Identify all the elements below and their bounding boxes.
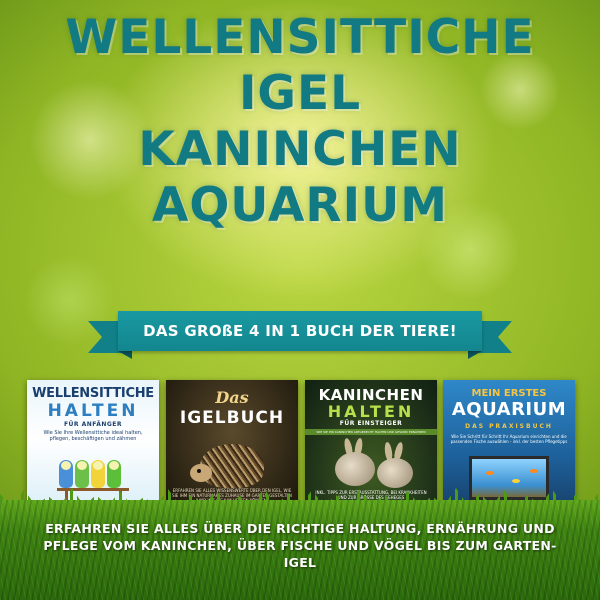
book-subtitle: FÜR EINSTEIGER bbox=[339, 420, 403, 427]
book-title-main: IGELBUCH bbox=[179, 408, 285, 428]
title-line-1: WELLENSITTICHE bbox=[65, 10, 535, 65]
book-cover-wellensittiche: WELLENSITTICHE HALTEN FÜR ANFÄNGER Wie S… bbox=[27, 380, 159, 512]
fish-illustration bbox=[486, 471, 494, 475]
title-line-3: KANINCHEN bbox=[138, 122, 462, 177]
rabbit-illustration bbox=[377, 458, 413, 488]
book-cover: WELLENSITTICHE IGEL KANINCHEN AQUARIUM D… bbox=[0, 0, 600, 600]
book-title-top: WELLENSITTICHE bbox=[32, 386, 154, 401]
book-cover-kaninchen: KANINCHEN HALTEN FÜR EINSTEIGER WIE SIE … bbox=[305, 380, 437, 512]
book-cover-igelbuch: Das IGELBUCH ERFAHREN SIE ALLES WISSENSW… bbox=[166, 380, 298, 512]
title-line-2: IGEL bbox=[238, 66, 362, 121]
ribbon-main: DAS GROßE 4 IN 1 BUCH DER TIERE! bbox=[118, 311, 482, 351]
book-title-main: AQUARIUM bbox=[451, 399, 567, 420]
hedgehog-face bbox=[190, 464, 212, 482]
book-strip-text: WIE SIE IHR KANINCHEN ARTGERECHT HALTEN … bbox=[305, 429, 437, 435]
budgie-illustration bbox=[107, 460, 121, 488]
book-cover-aquarium: MEIN ERSTES AQUARIUM DAS PRAXISBUCH Wie … bbox=[443, 380, 575, 512]
title-line-4: AQUARIUM bbox=[151, 178, 449, 233]
book-title-top: Das bbox=[215, 388, 249, 407]
title-block: WELLENSITTICHE IGEL KANINCHEN AQUARIUM bbox=[0, 10, 600, 234]
book-subtitle: DAS PRAXISBUCH bbox=[465, 423, 553, 430]
subtitle-ribbon: DAS GROßE 4 IN 1 BUCH DER TIERE! bbox=[88, 311, 482, 359]
book-title-main: HALTEN bbox=[327, 402, 415, 421]
fish-illustration bbox=[512, 479, 520, 483]
book-description: Wie Sie Schritt für Schritt Ihr Aquarium… bbox=[450, 434, 568, 444]
aquarium-illustration bbox=[469, 456, 549, 500]
book-title-top: MEIN ERSTES bbox=[471, 388, 547, 399]
bottom-description: ERFAHREN SIE ALLES ÜBER DIE RICHTIGE HAL… bbox=[43, 521, 557, 570]
hedgehog-eye bbox=[197, 469, 201, 473]
ribbon-text: DAS GROßE 4 IN 1 BUCH DER TIERE! bbox=[143, 322, 457, 340]
budgie-illustration bbox=[75, 460, 89, 488]
rabbit-illustration bbox=[335, 452, 375, 486]
book-subtitle: FÜR ANFÄNGER bbox=[63, 421, 123, 428]
book-description: Wie Sie Ihre Wellensittiche ideal halten… bbox=[43, 430, 143, 442]
hedgehog-illustration bbox=[200, 444, 264, 488]
budgie-illustration bbox=[91, 460, 105, 488]
book-title-main: HALTEN bbox=[47, 401, 139, 421]
budgie-illustration bbox=[59, 460, 73, 488]
fish-illustration bbox=[530, 469, 538, 473]
